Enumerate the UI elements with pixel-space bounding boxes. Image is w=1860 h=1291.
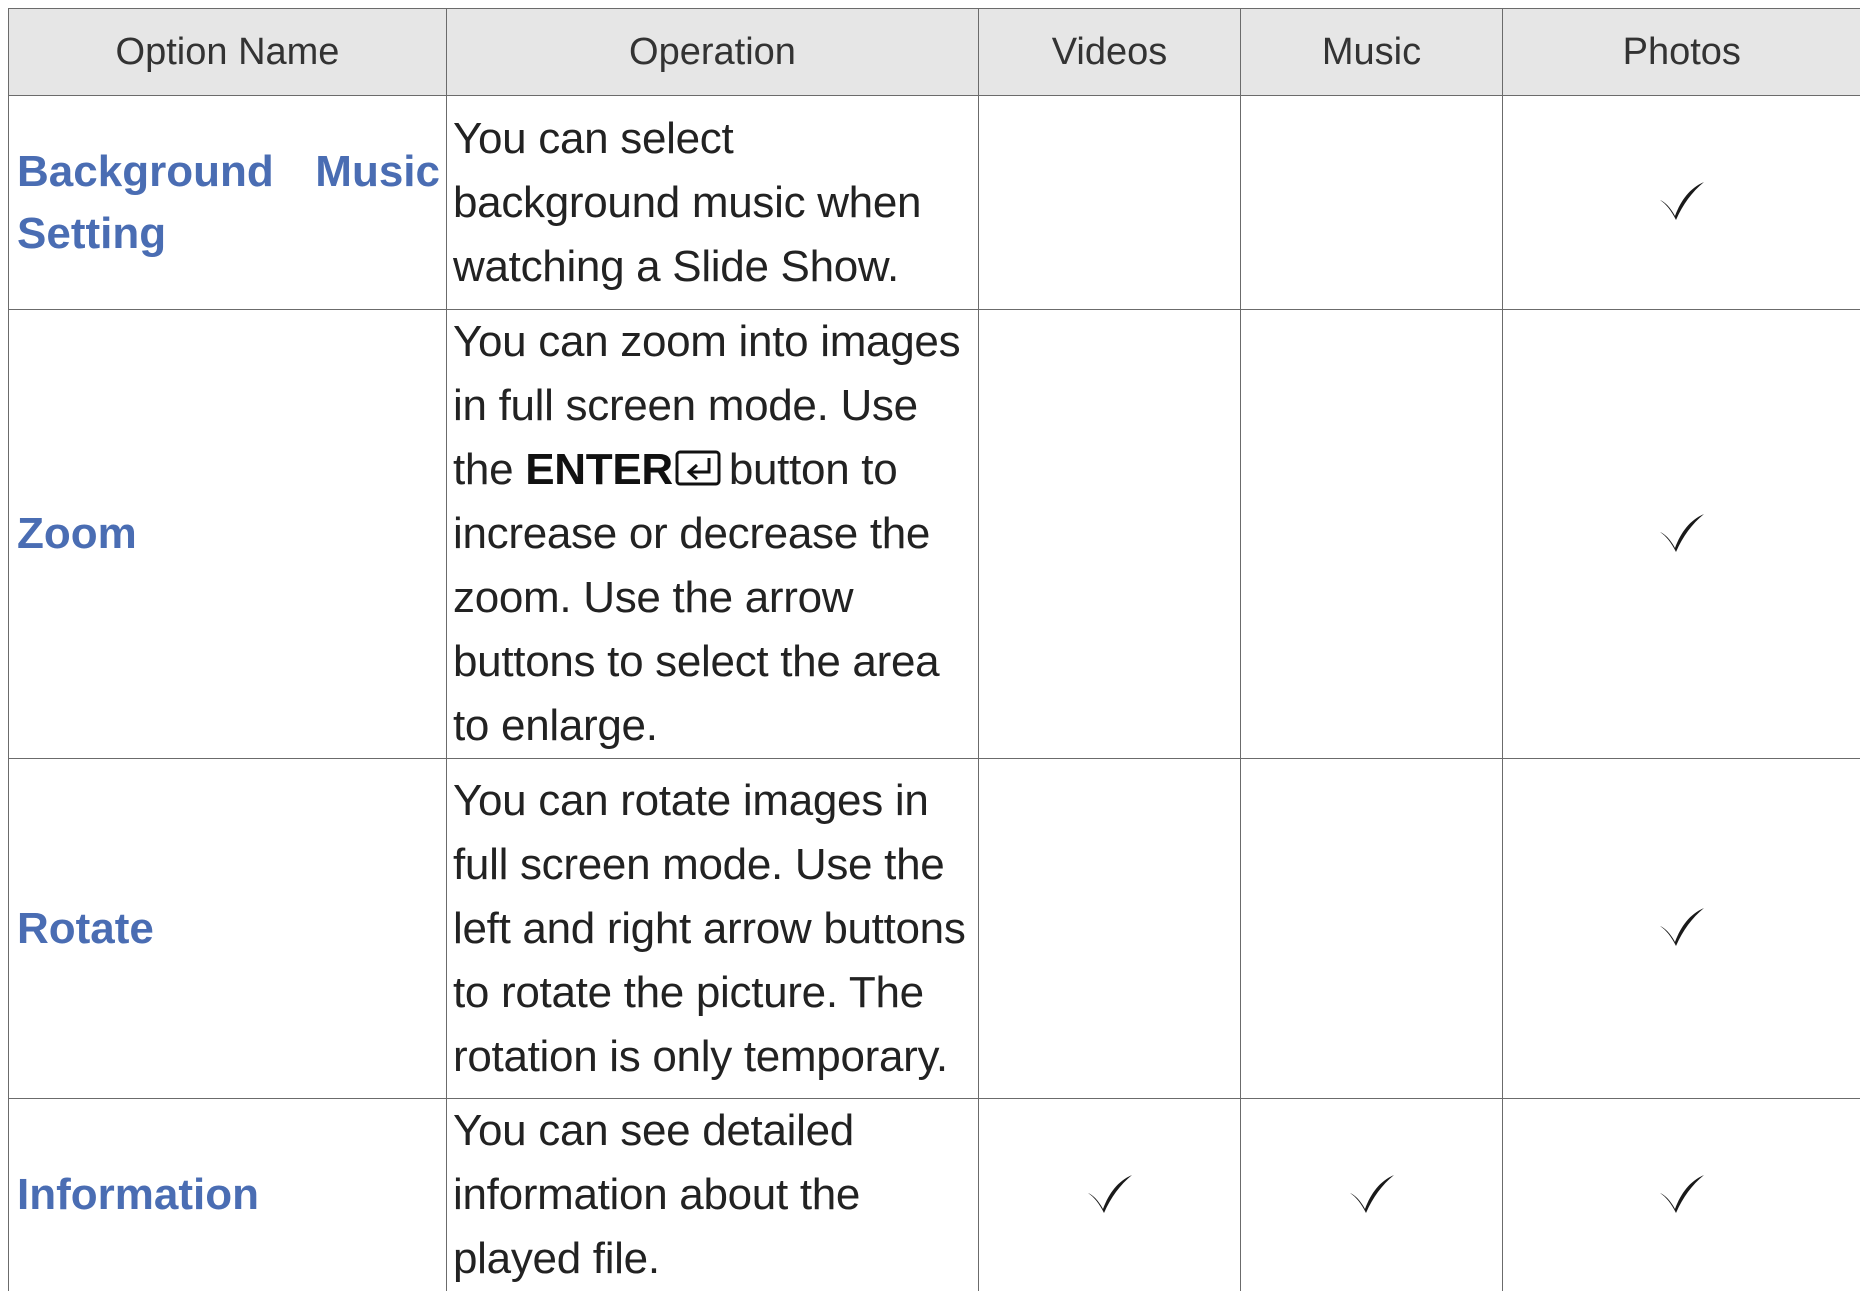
videos-cell	[979, 759, 1241, 1099]
header-music: Music	[1241, 9, 1503, 96]
music-cell	[1241, 96, 1503, 310]
check-icon	[1657, 904, 1707, 948]
videos-cell	[979, 96, 1241, 310]
header-videos: Videos	[979, 9, 1241, 96]
operation-description: You can rotate images in full screen mod…	[447, 759, 979, 1099]
header-photos: Photos	[1503, 9, 1860, 96]
table-row: Background Music Setting You can select …	[9, 96, 1860, 310]
check-icon	[1657, 510, 1707, 554]
photos-cell	[1503, 310, 1860, 759]
enter-icon	[675, 448, 723, 488]
table-row: Zoom You can zoom into images in full sc…	[9, 310, 1860, 759]
operation-description: You can see detailed information about t…	[447, 1099, 979, 1291]
check-icon	[1347, 1171, 1397, 1215]
photos-cell	[1503, 759, 1860, 1099]
music-cell	[1241, 1099, 1503, 1291]
header-option-name: Option Name	[9, 9, 447, 96]
option-name: Background Music Setting	[9, 96, 447, 310]
music-cell	[1241, 310, 1503, 759]
option-name: Rotate	[9, 759, 447, 1099]
table-row: Information You can see detailed informa…	[9, 1099, 1860, 1291]
option-name: Zoom	[9, 310, 447, 759]
music-cell	[1241, 759, 1503, 1099]
check-icon	[1657, 1171, 1707, 1215]
check-icon	[1657, 178, 1707, 222]
photos-cell	[1503, 1099, 1860, 1291]
header-operation: Operation	[447, 9, 979, 96]
videos-cell	[979, 310, 1241, 759]
enter-keyword: ENTER	[525, 445, 673, 494]
operation-description: You can zoom into images in full screen …	[447, 310, 979, 759]
options-table: Option Name Operation Videos Music Photo…	[8, 8, 1860, 1291]
operation-description: You can select background music when wat…	[447, 96, 979, 310]
photos-cell	[1503, 96, 1860, 310]
videos-cell	[979, 1099, 1241, 1291]
table-header-row: Option Name Operation Videos Music Photo…	[9, 9, 1860, 96]
option-name: Information	[9, 1099, 447, 1291]
check-icon	[1085, 1171, 1135, 1215]
table-row: Rotate You can rotate images in full scr…	[9, 759, 1860, 1099]
